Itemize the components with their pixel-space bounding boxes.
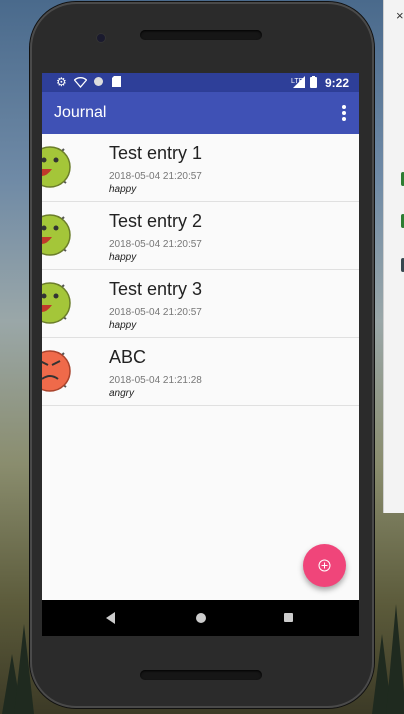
- entry-mood: happy: [109, 252, 137, 263]
- more-vert-icon[interactable]: [339, 103, 349, 123]
- battery-icon: [310, 76, 317, 91]
- front-camera: [96, 33, 106, 43]
- clock: 9:22: [324, 76, 349, 90]
- entry-mood: angry: [109, 388, 135, 399]
- top-speaker: [140, 30, 262, 40]
- add-circle-icon: [318, 559, 331, 572]
- background-tree: [386, 604, 404, 714]
- entry-mood: happy: [109, 320, 137, 331]
- circle-icon: [93, 76, 104, 90]
- status-bar: ⚙ LTE 9:22: [42, 73, 359, 92]
- add-entry-button[interactable]: [303, 544, 346, 587]
- entry-mood: happy: [109, 184, 137, 195]
- phone-frame: ⚙ LTE 9:22 Journal Test entry 1 2018-05-…: [30, 2, 374, 708]
- android-avatar-icon: [42, 214, 71, 256]
- close-icon[interactable]: ×: [396, 8, 404, 23]
- app-title: Journal: [54, 104, 107, 121]
- back-icon[interactable]: [106, 612, 115, 624]
- sd-card-icon: [112, 76, 121, 90]
- android-angry-avatar-icon: [42, 350, 71, 392]
- android-avatar-icon: [42, 282, 71, 324]
- android-avatar-icon: [42, 146, 71, 188]
- entry-title: ABC: [109, 347, 147, 367]
- bottom-speaker: [140, 670, 262, 680]
- entry-title: Test entry 1: [109, 143, 203, 163]
- ide-side-panel: ×: [383, 0, 404, 513]
- phone-screen: ⚙ LTE 9:22 Journal Test entry 1 2018-05-…: [42, 73, 359, 636]
- signal-icon: [293, 76, 305, 91]
- app-bar: Journal: [42, 92, 359, 134]
- list-item[interactable]: Test entry 1 2018-05-04 21:20:57 happy: [42, 134, 359, 202]
- list-item[interactable]: ABC 2018-05-04 21:21:28 angry: [42, 338, 359, 406]
- system-nav-bar: [42, 600, 359, 636]
- entry-date: 2018-05-04 21:20:57: [109, 171, 202, 182]
- list-item[interactable]: Test entry 2 2018-05-04 21:20:57 happy: [42, 202, 359, 270]
- entry-date: 2018-05-04 21:20:57: [109, 239, 202, 250]
- entry-date: 2018-05-04 21:20:57: [109, 307, 202, 318]
- journal-list: Test entry 1 2018-05-04 21:20:57 happy T…: [42, 134, 359, 406]
- recents-icon[interactable]: [284, 613, 293, 622]
- entry-date: 2018-05-04 21:21:28: [109, 375, 202, 386]
- entry-title: Test entry 2: [109, 211, 203, 231]
- wifi-question-icon: [73, 76, 88, 91]
- gear-icon: ⚙: [56, 75, 67, 89]
- list-item[interactable]: Test entry 3 2018-05-04 21:20:57 happy: [42, 270, 359, 338]
- home-icon[interactable]: [196, 613, 206, 623]
- entry-title: Test entry 3: [109, 279, 203, 299]
